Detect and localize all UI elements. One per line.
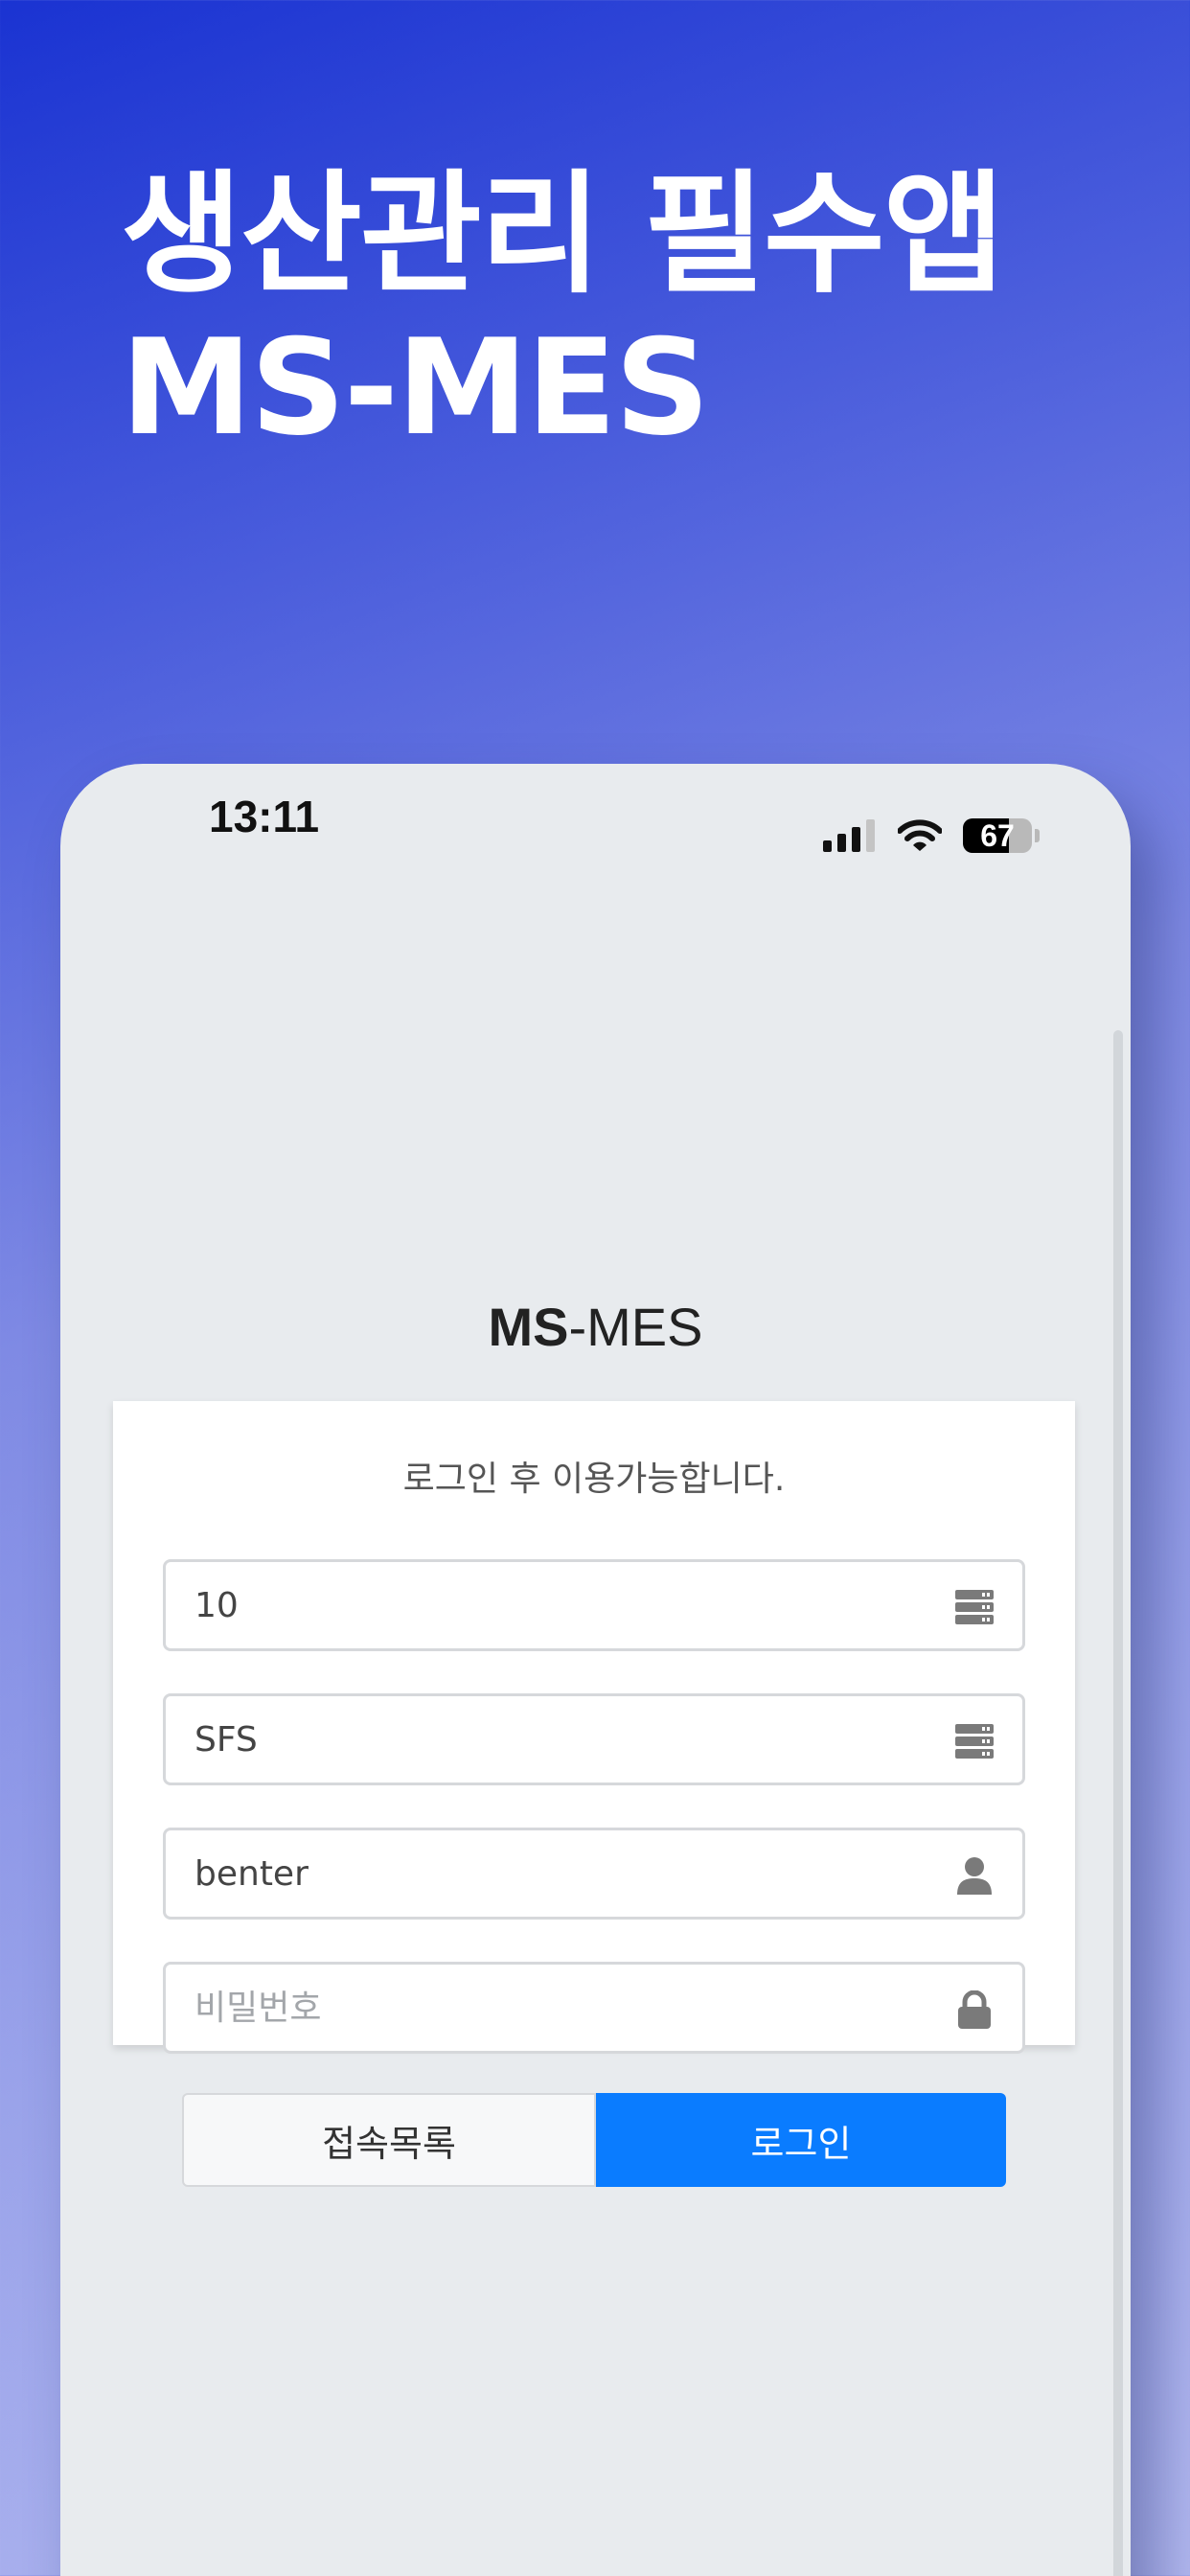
database-field[interactable] [163, 1693, 1025, 1785]
database-input[interactable] [195, 1696, 923, 1782]
battery-cap [1035, 829, 1040, 842]
phone-screen: 13:11 67 MS-MES 로그인 후 이용가능합니다. 10 SFS be… [60, 764, 1131, 2576]
app-title-bold: MS [488, 1297, 569, 1357]
password-input[interactable] [195, 1965, 923, 2051]
status-icons: 67 [823, 816, 1040, 855]
lock-icon [958, 1990, 991, 2029]
app-title-rest: -MES [568, 1297, 703, 1357]
server-icon[interactable] [955, 1722, 994, 1760]
battery-icon: 67 [963, 818, 1032, 853]
promo-headline-line2: MS-MES [121, 310, 710, 465]
login-button[interactable]: 로그인 [596, 2093, 1006, 2187]
user-id-input[interactable] [195, 1830, 923, 1917]
connection-list-button[interactable]: 접속목록 [182, 2093, 596, 2187]
server-icon[interactable] [955, 1588, 994, 1626]
promo-headline: 생산관리 필수앱 MS-MES [121, 157, 1005, 465]
company-code-field[interactable] [163, 1559, 1025, 1651]
signal-icon [823, 819, 875, 852]
login-notice: 로그인 후 이용가능합니다. [402, 1460, 786, 1499]
login-buttons: 접속목록 로그인 [182, 2093, 1006, 2187]
login-card: 로그인 후 이용가능합니다. 10 SFS benter 접속목록 로그인 [113, 1401, 1075, 2187]
scrollbar[interactable] [1113, 1030, 1123, 2576]
company-code-input[interactable] [195, 1562, 923, 1648]
app-title: MS-MES [60, 1296, 1131, 1358]
promo-headline-line1: 생산관리 필수앱 [121, 157, 1005, 311]
user-icon [957, 1857, 992, 1895]
status-time: 13:11 [209, 792, 320, 841]
wifi-icon [898, 819, 942, 851]
user-id-field[interactable] [163, 1828, 1025, 1920]
battery-level: 67 [980, 818, 1015, 853]
password-field[interactable] [163, 1962, 1025, 2054]
